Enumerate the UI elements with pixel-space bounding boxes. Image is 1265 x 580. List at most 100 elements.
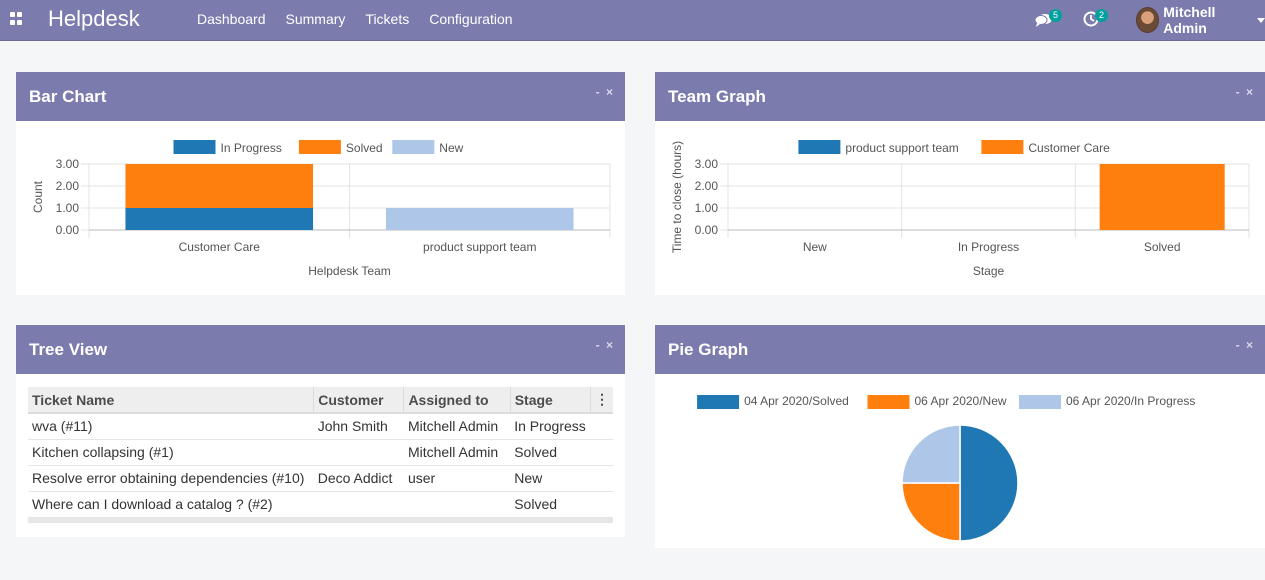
panel-header: Bar Chart - ×: [16, 72, 625, 121]
legend-swatch: [981, 140, 1024, 154]
minimize-icon[interactable]: -: [1236, 338, 1240, 352]
col-customer[interactable]: Customer: [313, 387, 405, 414]
chat-count-badge: 5: [1049, 9, 1063, 22]
y-tick-label: 1.00: [56, 201, 80, 215]
legend-label: product support team: [845, 141, 958, 155]
col-stage[interactable]: Stage: [510, 387, 591, 414]
user-name: Mitchell Admin: [1163, 4, 1216, 36]
app-brand[interactable]: Helpdesk: [48, 6, 140, 32]
panel-title: Bar Chart: [29, 87, 107, 106]
bar: [1099, 164, 1225, 230]
cell-ticket-name: Resolve error obtaining dependencies (#1…: [28, 465, 314, 492]
legend-label: 06 Apr 2020/In Progress: [1066, 394, 1195, 408]
legend-swatch: [392, 140, 435, 154]
legend-label: 04 Apr 2020/Solved: [744, 394, 849, 408]
menu-tickets[interactable]: Tickets: [365, 11, 409, 27]
minimize-icon[interactable]: -: [596, 338, 600, 352]
cell-assigned-to: Mitchell Admin: [403, 439, 511, 466]
cell-empty: [590, 491, 613, 518]
bar: [385, 208, 574, 230]
menu-configuration[interactable]: Configuration: [429, 11, 512, 27]
close-icon[interactable]: ×: [1246, 85, 1253, 99]
cell-empty: [590, 465, 613, 492]
table-row[interactable]: Kitchen collapsing (#1) Mitchell Admin Sol…: [28, 439, 613, 466]
panel-header: Tree View - ×: [16, 325, 625, 374]
col-assigned-to[interactable]: Assigned to: [403, 387, 511, 414]
close-icon[interactable]: ×: [606, 85, 613, 99]
bar: [125, 164, 314, 208]
y-axis-title: Count: [31, 180, 45, 213]
bar-chart: In Progress Solved New 0.00 1.00 2.00 3.00 Cust…: [31, 140, 611, 278]
team-chart: product support team Customer Care 0.00 1.0…: [670, 140, 1250, 278]
team-graph-panel: Team Graph - × product support team Custo…: [655, 72, 1265, 295]
cell-ticket-name: Where can I download a catalog ? (#2): [28, 491, 314, 518]
apps-menu-icon[interactable]: [10, 12, 23, 25]
x-tick-label: New: [803, 240, 827, 254]
x-tick-label: Customer Care: [179, 240, 261, 254]
legend-swatch: [298, 140, 341, 154]
x-tick-label: In Progress: [958, 240, 1019, 254]
legend-swatch: [798, 140, 841, 154]
table-row[interactable]: Where can I download a catalog ? (#2) Sol…: [28, 491, 613, 518]
cell-customer: [313, 491, 404, 518]
cell-ticket-name: wva (#11): [28, 413, 314, 440]
column-options-icon[interactable]: ⋮: [590, 387, 613, 414]
cell-stage: Solved: [510, 439, 591, 466]
minimize-icon[interactable]: -: [596, 85, 600, 99]
table-row[interactable]: wva (#11) John Smith Mitchell Admin In Prog…: [28, 413, 613, 440]
panel-controls: - ×: [593, 338, 613, 352]
close-icon[interactable]: ×: [1246, 338, 1253, 352]
cell-stage: New: [510, 465, 591, 492]
panel-title: Team Graph: [668, 87, 766, 106]
main-menu: Dashboard Summary Tickets Configuration: [197, 11, 533, 27]
avatar: [1136, 7, 1160, 33]
x-axis-title: Stage: [973, 264, 1005, 278]
cell-customer: John Smith: [313, 413, 404, 440]
legend-swatch: [1019, 395, 1061, 409]
table-header-row: Ticket Name Customer Assigned to Stage ⋮: [28, 387, 613, 414]
y-tick-label: 1.00: [695, 201, 719, 215]
x-axis-title: Helpdesk Team: [308, 264, 391, 278]
y-tick-label: 0.00: [695, 223, 719, 237]
legend-swatch: [173, 140, 216, 154]
cell-stage: In Progress: [510, 413, 591, 440]
panel-header: Team Graph - ×: [655, 72, 1265, 121]
cell-customer: [313, 439, 404, 466]
pie-slice: [959, 424, 1019, 542]
y-axis-title: Time to close (hours): [670, 141, 684, 253]
legend-swatch: [867, 395, 910, 409]
menu-dashboard[interactable]: Dashboard: [197, 11, 266, 27]
legend-label: Solved: [346, 141, 383, 155]
cell-assigned-to: Mitchell Admin: [403, 413, 511, 440]
panel-controls: - ×: [593, 85, 613, 99]
bar: [125, 208, 314, 230]
tickets-table: Ticket Name Customer Assigned to Stage ⋮…: [28, 387, 613, 518]
close-icon[interactable]: ×: [606, 338, 613, 352]
activity-icon[interactable]: 2: [1083, 9, 1111, 29]
y-tick-label: 3.00: [695, 157, 719, 171]
legend-label: Customer Care: [1028, 141, 1110, 155]
cell-stage: Solved: [510, 491, 591, 518]
cell-empty: [590, 413, 613, 440]
minimize-icon[interactable]: -: [1236, 85, 1240, 99]
pie-graph-panel: Pie Graph - × 04 Apr 2020/Solved 06 Apr 2…: [655, 325, 1265, 548]
x-tick-label: product support team: [423, 240, 536, 254]
y-tick-label: 3.00: [56, 157, 80, 171]
panel-title: Tree View: [29, 340, 108, 359]
y-tick-label: 0.00: [56, 223, 80, 237]
col-ticket-name[interactable]: Ticket Name: [28, 387, 315, 414]
panel-header: Pie Graph - ×: [655, 325, 1265, 374]
cell-assigned-to: user: [403, 465, 511, 492]
chat-icon[interactable]: 5: [1035, 9, 1063, 29]
user-menu[interactable]: Mitchell Admin: [1136, 4, 1265, 36]
legend-label: 06 Apr 2020/New: [915, 394, 1007, 408]
pie-chart: 04 Apr 2020/Solved 06 Apr 2020/New 06 Apr …: [697, 394, 1195, 542]
table-row[interactable]: Resolve error obtaining dependencies (#1…: [28, 465, 613, 492]
cell-empty: [590, 439, 613, 466]
y-tick-label: 2.00: [695, 179, 719, 193]
pie-slice: [901, 424, 961, 484]
cell-customer: Deco Addict: [313, 465, 404, 492]
menu-summary[interactable]: Summary: [286, 11, 346, 27]
table-footer: [28, 517, 613, 523]
cell-assigned-to: [403, 491, 511, 518]
